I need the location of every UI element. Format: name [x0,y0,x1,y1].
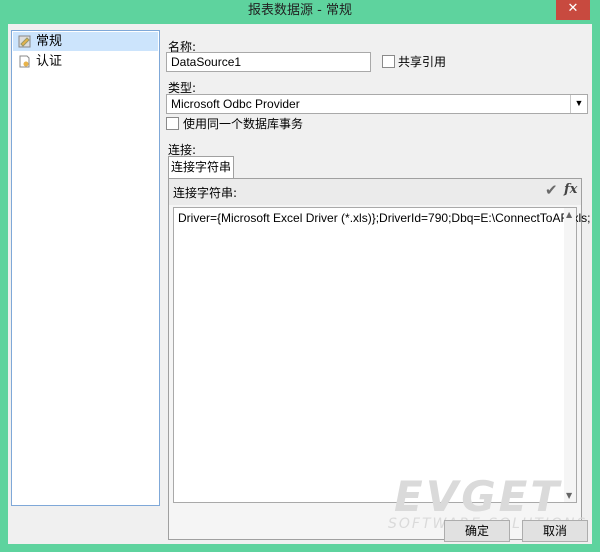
same-transaction-checkbox[interactable] [166,117,179,130]
scroll-down-icon[interactable]: ▼ [566,491,572,500]
check-icon[interactable]: ✔ [545,181,558,199]
document-icon [19,55,30,68]
ok-button[interactable]: 确定 [444,520,510,542]
dropdown-button[interactable]: ▼ [570,95,587,113]
connection-string-text: Driver={Microsoft Excel Driver (*.xls)};… [178,211,591,225]
same-transaction-label: 使用同一个数据库事务 [183,117,304,131]
watermark: EVGET [394,472,563,521]
connection-string-editor[interactable]: Driver={Microsoft Excel Driver (*.xls)};… [173,207,590,503]
window-title: 报表数据源 - 常规 [248,3,352,18]
panel-label: 连接字符串: [173,186,238,200]
shared-checkbox[interactable] [382,55,395,68]
name-input[interactable]: DataSource1 [166,52,371,72]
close-button[interactable]: ✕ [556,0,590,20]
sidebar-nav: 常规 认证 [11,30,160,506]
fx-icon[interactable]: fx [564,182,577,197]
shared-label: 共享引用 [398,55,447,69]
panel-header: 连接字符串: ✔ fx [169,179,581,205]
cancel-button[interactable]: 取消 [522,520,588,542]
general-icon [18,35,31,48]
vertical-scrollbar[interactable]: ▲ ▼ [564,208,576,502]
sidebar-item-label: 常规 [36,34,63,49]
title-bar: 报表数据源 - 常规 ✕ [0,0,600,24]
chevron-down-icon: ▼ [574,98,584,108]
type-select-value: Microsoft Odbc Provider [171,97,300,111]
type-select[interactable]: Microsoft Odbc Provider ▼ [166,94,588,114]
sidebar-item-label: 认证 [36,54,63,69]
sidebar-item-general[interactable]: 常规 [13,32,158,51]
tab-connection-string[interactable]: 连接字符串 [168,156,234,179]
close-icon: ✕ [567,1,579,16]
dialog-client: 常规 认证 名称: DataSource1 共享引用 类型: Microsoft… [8,24,592,544]
sidebar-item-auth[interactable]: 认证 [13,52,158,71]
scroll-up-icon[interactable]: ▲ [566,210,572,219]
